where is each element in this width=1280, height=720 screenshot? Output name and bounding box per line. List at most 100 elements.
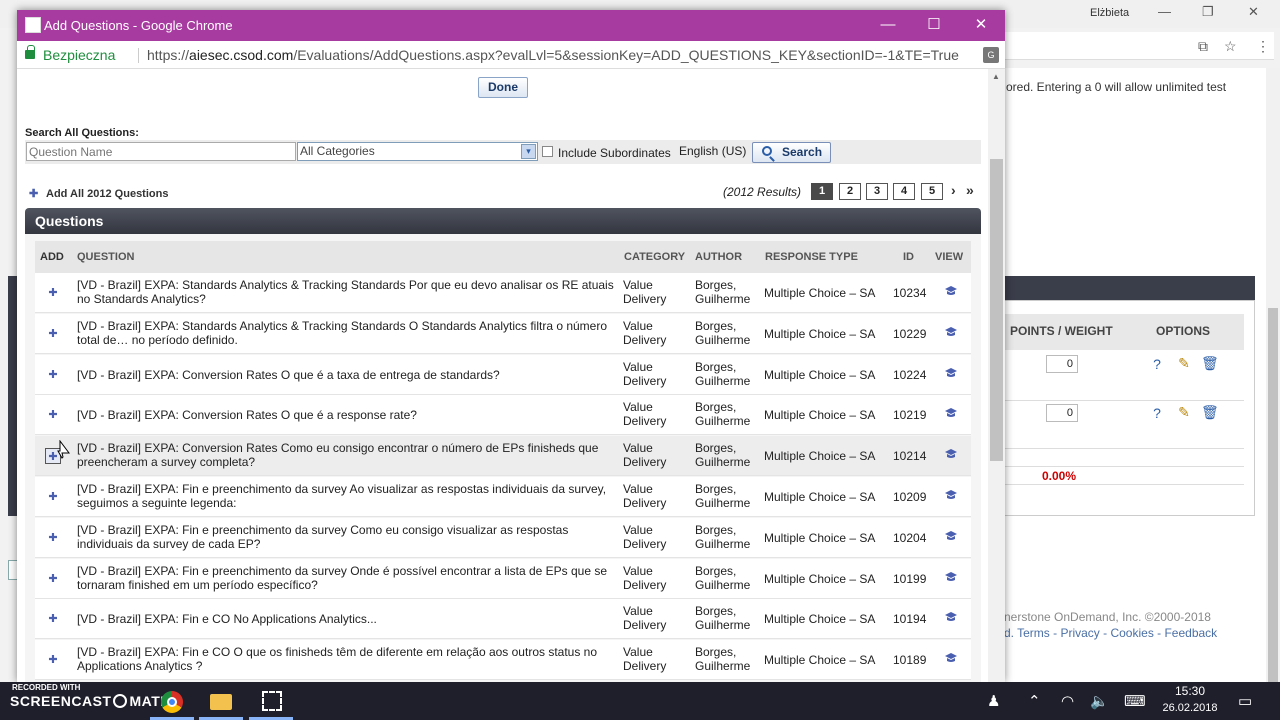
table-row: ✚ [VD - Brazil] EXPA: Conversion Rates O … xyxy=(35,355,971,395)
add-question-icon[interactable]: ✚ xyxy=(45,571,61,587)
view-question-icon[interactable] xyxy=(944,284,958,298)
menu-kebab-icon[interactable]: ⋮ xyxy=(1256,38,1270,55)
category-select[interactable]: All Categories ▾ xyxy=(297,142,538,161)
popup-url[interactable]: https://aiesec.csod.com/Evaluations/AddQ… xyxy=(147,47,959,63)
add-question-icon[interactable]: ✚ xyxy=(45,611,61,627)
keyboard-icon[interactable]: ⌨ xyxy=(1124,692,1146,710)
edit-icon[interactable]: ✎ xyxy=(1176,355,1192,371)
question-response-type: Multiple Choice – SA xyxy=(764,368,876,382)
popup-scrollbar-thumb[interactable] xyxy=(990,159,1003,461)
table-row: ✚ [VD - Brazil] EXPA: Standards Analytics… xyxy=(35,273,971,313)
view-question-icon[interactable] xyxy=(944,406,958,420)
background-scrollbar[interactable] xyxy=(1266,68,1280,720)
view-question-icon[interactable] xyxy=(944,447,958,461)
question-response-type: Multiple Choice – SA xyxy=(764,286,876,300)
popup-minimize-icon[interactable]: — xyxy=(878,15,898,35)
question-name-input[interactable] xyxy=(26,142,296,161)
taskbar-date[interactable]: 26.02.2018 xyxy=(1155,702,1225,714)
points-input-1[interactable]: 0 xyxy=(1046,355,1078,373)
popup-address-bar[interactable]: Bezpieczna https://aiesec.csod.com/Evalu… xyxy=(17,41,1005,69)
col-question[interactable]: QUESTION xyxy=(77,251,134,263)
background-row-divider xyxy=(1004,448,1244,449)
background-minimize-icon[interactable]: — xyxy=(1158,4,1171,19)
col-response-type[interactable]: RESPONSE TYPE xyxy=(765,251,858,263)
question-text: [VD - Brazil] EXPA: Fin e preenchimento … xyxy=(77,523,569,551)
volume-icon[interactable]: 🔈 xyxy=(1090,692,1109,710)
page-3-button[interactable]: 3 xyxy=(866,183,888,200)
background-close-icon[interactable]: ✕ xyxy=(1248,4,1259,20)
mouse-pointer-icon xyxy=(57,440,70,459)
delete-icon[interactable]: 🗑 xyxy=(1201,404,1219,420)
include-subordinates-checkbox[interactable] xyxy=(542,146,553,157)
background-scrollbar-thumb[interactable] xyxy=(1268,308,1278,720)
add-question-icon[interactable]: ✚ xyxy=(45,326,61,342)
edit-icon[interactable]: ✎ xyxy=(1176,404,1192,420)
add-question-icon[interactable]: ✚ xyxy=(45,285,61,301)
question-text: [VD - Brazil] EXPA: Conversion Rates O q… xyxy=(77,368,500,382)
add-all-questions-link[interactable]: ✚ Add All 2012 Questions xyxy=(29,187,168,200)
question-response-type: Multiple Choice – SA xyxy=(764,531,876,545)
question-category: Value Delivery xyxy=(623,400,667,428)
last-page-icon[interactable]: » xyxy=(966,182,974,198)
add-question-icon[interactable]: ✚ xyxy=(45,407,61,423)
popup-scrollbar[interactable]: ▲ xyxy=(988,69,1005,682)
next-page-icon[interactable]: › xyxy=(951,182,956,198)
popup-translate-icon[interactable]: G xyxy=(983,47,999,63)
popup-close-icon[interactable]: ✕ xyxy=(971,15,991,35)
snipping-tool-taskbar-icon[interactable] xyxy=(262,691,282,711)
category-dropdown-icon[interactable]: ▾ xyxy=(521,144,536,159)
show-hidden-icons-icon[interactable]: ⌃ xyxy=(1028,692,1041,710)
file-explorer-taskbar-icon[interactable] xyxy=(210,694,232,710)
background-note-text: ored. Entering a 0 will allow unlimited … xyxy=(1006,80,1227,94)
action-center-icon[interactable]: ▭ xyxy=(1238,692,1252,710)
question-response-type: Multiple Choice – SA xyxy=(764,327,876,341)
help-icon[interactable]: ? xyxy=(1149,405,1165,421)
taskbar: RECORDED WITH SCREENCAST MATIC ♟ ⌃ ◠ 🔈 ⌨ … xyxy=(0,682,1280,720)
page-4-button[interactable]: 4 xyxy=(893,183,915,200)
view-question-icon[interactable] xyxy=(944,529,958,543)
results-count: (2012 Results) xyxy=(723,185,802,199)
view-question-icon[interactable] xyxy=(944,570,958,584)
popup-maximize-icon[interactable]: ☐ xyxy=(924,15,944,35)
add-question-icon[interactable]: ✚ xyxy=(45,530,61,546)
points-input-2[interactable]: 0 xyxy=(1046,404,1078,422)
col-category[interactable]: CATEGORY xyxy=(624,251,685,263)
delete-icon[interactable]: 🗑 xyxy=(1201,355,1219,371)
question-author: Borges, Guilherme xyxy=(695,278,751,306)
add-question-icon[interactable]: ✚ xyxy=(45,652,61,668)
background-row-divider xyxy=(1004,466,1244,467)
footer-links[interactable]: d. Terms - Privacy - Cookies - Feedback xyxy=(1004,625,1217,641)
chrome-taskbar-icon[interactable] xyxy=(161,691,183,713)
done-button[interactable]: Done xyxy=(478,77,528,98)
popup-content: Done Search All Questions: All Categorie… xyxy=(17,69,1005,682)
view-question-icon[interactable] xyxy=(944,366,958,380)
popup-titlebar[interactable]: Add Questions - Google Chrome — ☐ ✕ xyxy=(17,10,1005,41)
page-5-button[interactable]: 5 xyxy=(921,183,943,200)
table-row: ✚ [VD - Brazil] EXPA: Fin e preenchimento… xyxy=(35,518,971,558)
add-questions-popup: Add Questions - Google Chrome — ☐ ✕ Bezp… xyxy=(17,10,1005,682)
background-maximize-icon[interactable]: ❐ xyxy=(1202,4,1214,20)
footer-copyright: nerstone OnDemand, Inc. ©2000-2018 xyxy=(1004,610,1211,624)
help-icon[interactable]: ? xyxy=(1149,356,1165,372)
question-id: 10194 xyxy=(893,612,927,626)
wifi-icon[interactable]: ◠ xyxy=(1061,692,1074,710)
view-question-icon[interactable] xyxy=(944,325,958,339)
col-id[interactable]: ID xyxy=(903,251,914,263)
col-author[interactable]: AUTHOR xyxy=(695,251,742,263)
bookmark-star-icon[interactable]: ☆ xyxy=(1224,38,1237,55)
add-question-icon[interactable]: ✚ xyxy=(45,489,61,505)
translate-icon[interactable]: ⧉ xyxy=(1198,38,1208,55)
scroll-up-icon[interactable]: ▲ xyxy=(992,72,1000,81)
page-2-button[interactable]: 2 xyxy=(839,183,861,200)
search-button[interactable]: Search xyxy=(752,142,831,163)
view-question-icon[interactable] xyxy=(944,651,958,665)
background-address-bar[interactable]: ⧉ ☆ ⋮ xyxy=(1004,32,1274,60)
add-question-icon[interactable]: ✚ xyxy=(45,367,61,383)
people-icon[interactable]: ♟ xyxy=(987,692,1000,710)
background-row-divider xyxy=(1004,400,1244,401)
question-category: Value Delivery xyxy=(623,645,667,673)
view-question-icon[interactable] xyxy=(944,488,958,502)
view-question-icon[interactable] xyxy=(944,610,958,624)
page-1-button[interactable]: 1 xyxy=(811,183,833,200)
taskbar-time[interactable]: 15:30 xyxy=(1160,684,1220,698)
